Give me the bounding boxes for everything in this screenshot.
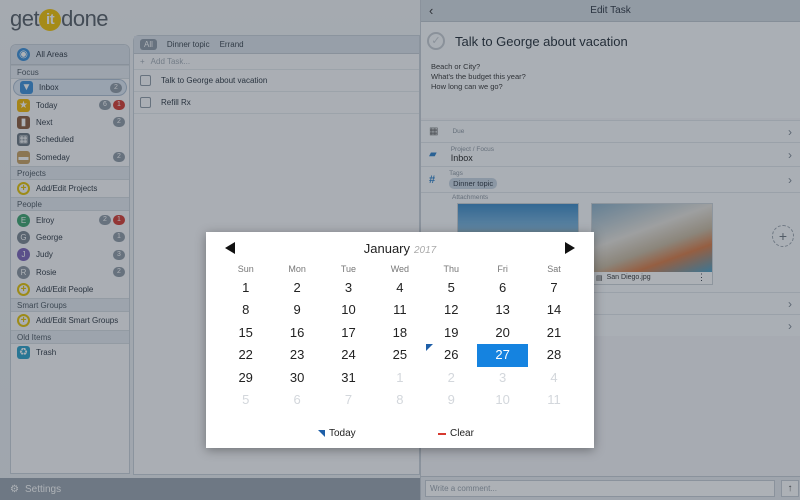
calendar-day-selected[interactable]: 27 bbox=[476, 344, 529, 367]
calendar-day[interactable]: 6 bbox=[271, 389, 322, 411]
calendar-day[interactable]: 1 bbox=[374, 367, 425, 389]
calendar-day[interactable]: 16 bbox=[271, 322, 322, 344]
calendar-day[interactable]: 22 bbox=[220, 344, 271, 366]
weekday-label: Fri bbox=[497, 264, 508, 274]
month-year-title: January 2017 bbox=[206, 241, 594, 256]
calendar-day[interactable]: 9 bbox=[271, 299, 322, 321]
calendar-day[interactable]: 25 bbox=[374, 344, 425, 366]
today-button[interactable]: Today bbox=[318, 428, 356, 439]
calendar-day[interactable]: 8 bbox=[220, 299, 271, 321]
calendar-day[interactable]: 10 bbox=[477, 389, 528, 411]
date-picker: January 2017 Sun Mon Tue Wed Thu Fri Sat 1 2 3 4 5 6 7… bbox=[206, 232, 594, 448]
clear-button[interactable]: Clear bbox=[438, 428, 474, 439]
calendar-day[interactable]: 7 bbox=[528, 277, 579, 299]
calendar-day[interactable]: 24 bbox=[323, 344, 374, 366]
calendar-day[interactable]: 30 bbox=[271, 367, 322, 389]
calendar-week-row: 1234567 bbox=[220, 277, 580, 299]
weekday-row: Sun Mon Tue Wed Thu Fri Sat bbox=[220, 262, 580, 277]
calendar-day[interactable]: 7 bbox=[323, 389, 374, 411]
weekday-label: Tue bbox=[340, 264, 357, 274]
weekday-label: Sun bbox=[237, 264, 254, 274]
calendar-day[interactable]: 1 bbox=[220, 277, 271, 299]
calendar-day[interactable]: 17 bbox=[323, 322, 374, 344]
calendar-day[interactable]: 10 bbox=[323, 299, 374, 321]
calendar-day[interactable]: 12 bbox=[426, 299, 477, 321]
calendar-day[interactable]: 8 bbox=[374, 389, 425, 411]
calendar-week-row: 5 6 7 8 9 10 11 bbox=[220, 389, 580, 411]
calendar-day[interactable]: 31 bbox=[323, 367, 374, 389]
calendar-day[interactable]: 4 bbox=[528, 367, 579, 389]
calendar-day[interactable]: 2 bbox=[271, 277, 322, 299]
weekday-label: Wed bbox=[390, 264, 410, 274]
calendar-day-today[interactable]: 26 bbox=[425, 344, 477, 366]
calendar-day[interactable]: 3 bbox=[477, 367, 528, 389]
calendar-week-row: 22 23 24 25 26 27 28 bbox=[220, 344, 580, 367]
calendar-day[interactable]: 14 bbox=[528, 299, 579, 321]
calendar-day[interactable]: 28 bbox=[528, 344, 579, 366]
calendar-day[interactable]: 21 bbox=[528, 322, 579, 344]
calendar-day[interactable]: 4 bbox=[374, 277, 425, 299]
month-label: January bbox=[363, 241, 410, 256]
clear-dash-icon bbox=[438, 432, 446, 435]
calendar-day[interactable]: 2 bbox=[426, 367, 477, 389]
calendar-day[interactable]: 5 bbox=[426, 277, 477, 299]
today-label: Today bbox=[329, 428, 356, 439]
today-marker-icon bbox=[318, 430, 325, 437]
calendar-day[interactable]: 18 bbox=[374, 322, 425, 344]
year-label: 2017 bbox=[414, 245, 437, 256]
calendar-week-row: 8 9 10 11 12 13 14 bbox=[220, 299, 580, 321]
calendar-day[interactable]: 3 bbox=[323, 277, 374, 299]
calendar-day[interactable]: 23 bbox=[271, 344, 322, 366]
calendar-week-row: 29 30 31 1 2 3 4 bbox=[220, 367, 580, 389]
calendar-day[interactable]: 5 bbox=[220, 389, 271, 411]
calendar-day[interactable]: 20 bbox=[477, 322, 528, 344]
next-month-arrow-icon[interactable] bbox=[565, 242, 575, 254]
calendar-week-row: 15 16 17 18 19 20 21 bbox=[220, 322, 580, 344]
date-picker-header: January 2017 bbox=[206, 240, 594, 260]
weekday-label: Sat bbox=[547, 264, 561, 274]
weekday-label: Mon bbox=[288, 264, 306, 274]
calendar-day[interactable]: 29 bbox=[220, 367, 271, 389]
date-picker-footer: Today Clear bbox=[206, 428, 594, 442]
calendar-day[interactable]: 13 bbox=[477, 299, 528, 321]
calendar-grid: Sun Mon Tue Wed Thu Fri Sat 1 2 3 4 5 6 7 8 9 10 11 12 13 14… bbox=[220, 262, 580, 411]
calendar-day[interactable]: 9 bbox=[426, 389, 477, 411]
calendar-day[interactable]: 15 bbox=[220, 322, 271, 344]
calendar-day[interactable]: 6 bbox=[477, 277, 528, 299]
clear-label: Clear bbox=[450, 428, 474, 439]
calendar-day[interactable]: 19 bbox=[426, 322, 477, 344]
calendar-day[interactable]: 11 bbox=[528, 389, 579, 411]
calendar-day[interactable]: 11 bbox=[374, 299, 425, 321]
weekday-label: Thu bbox=[443, 264, 460, 274]
